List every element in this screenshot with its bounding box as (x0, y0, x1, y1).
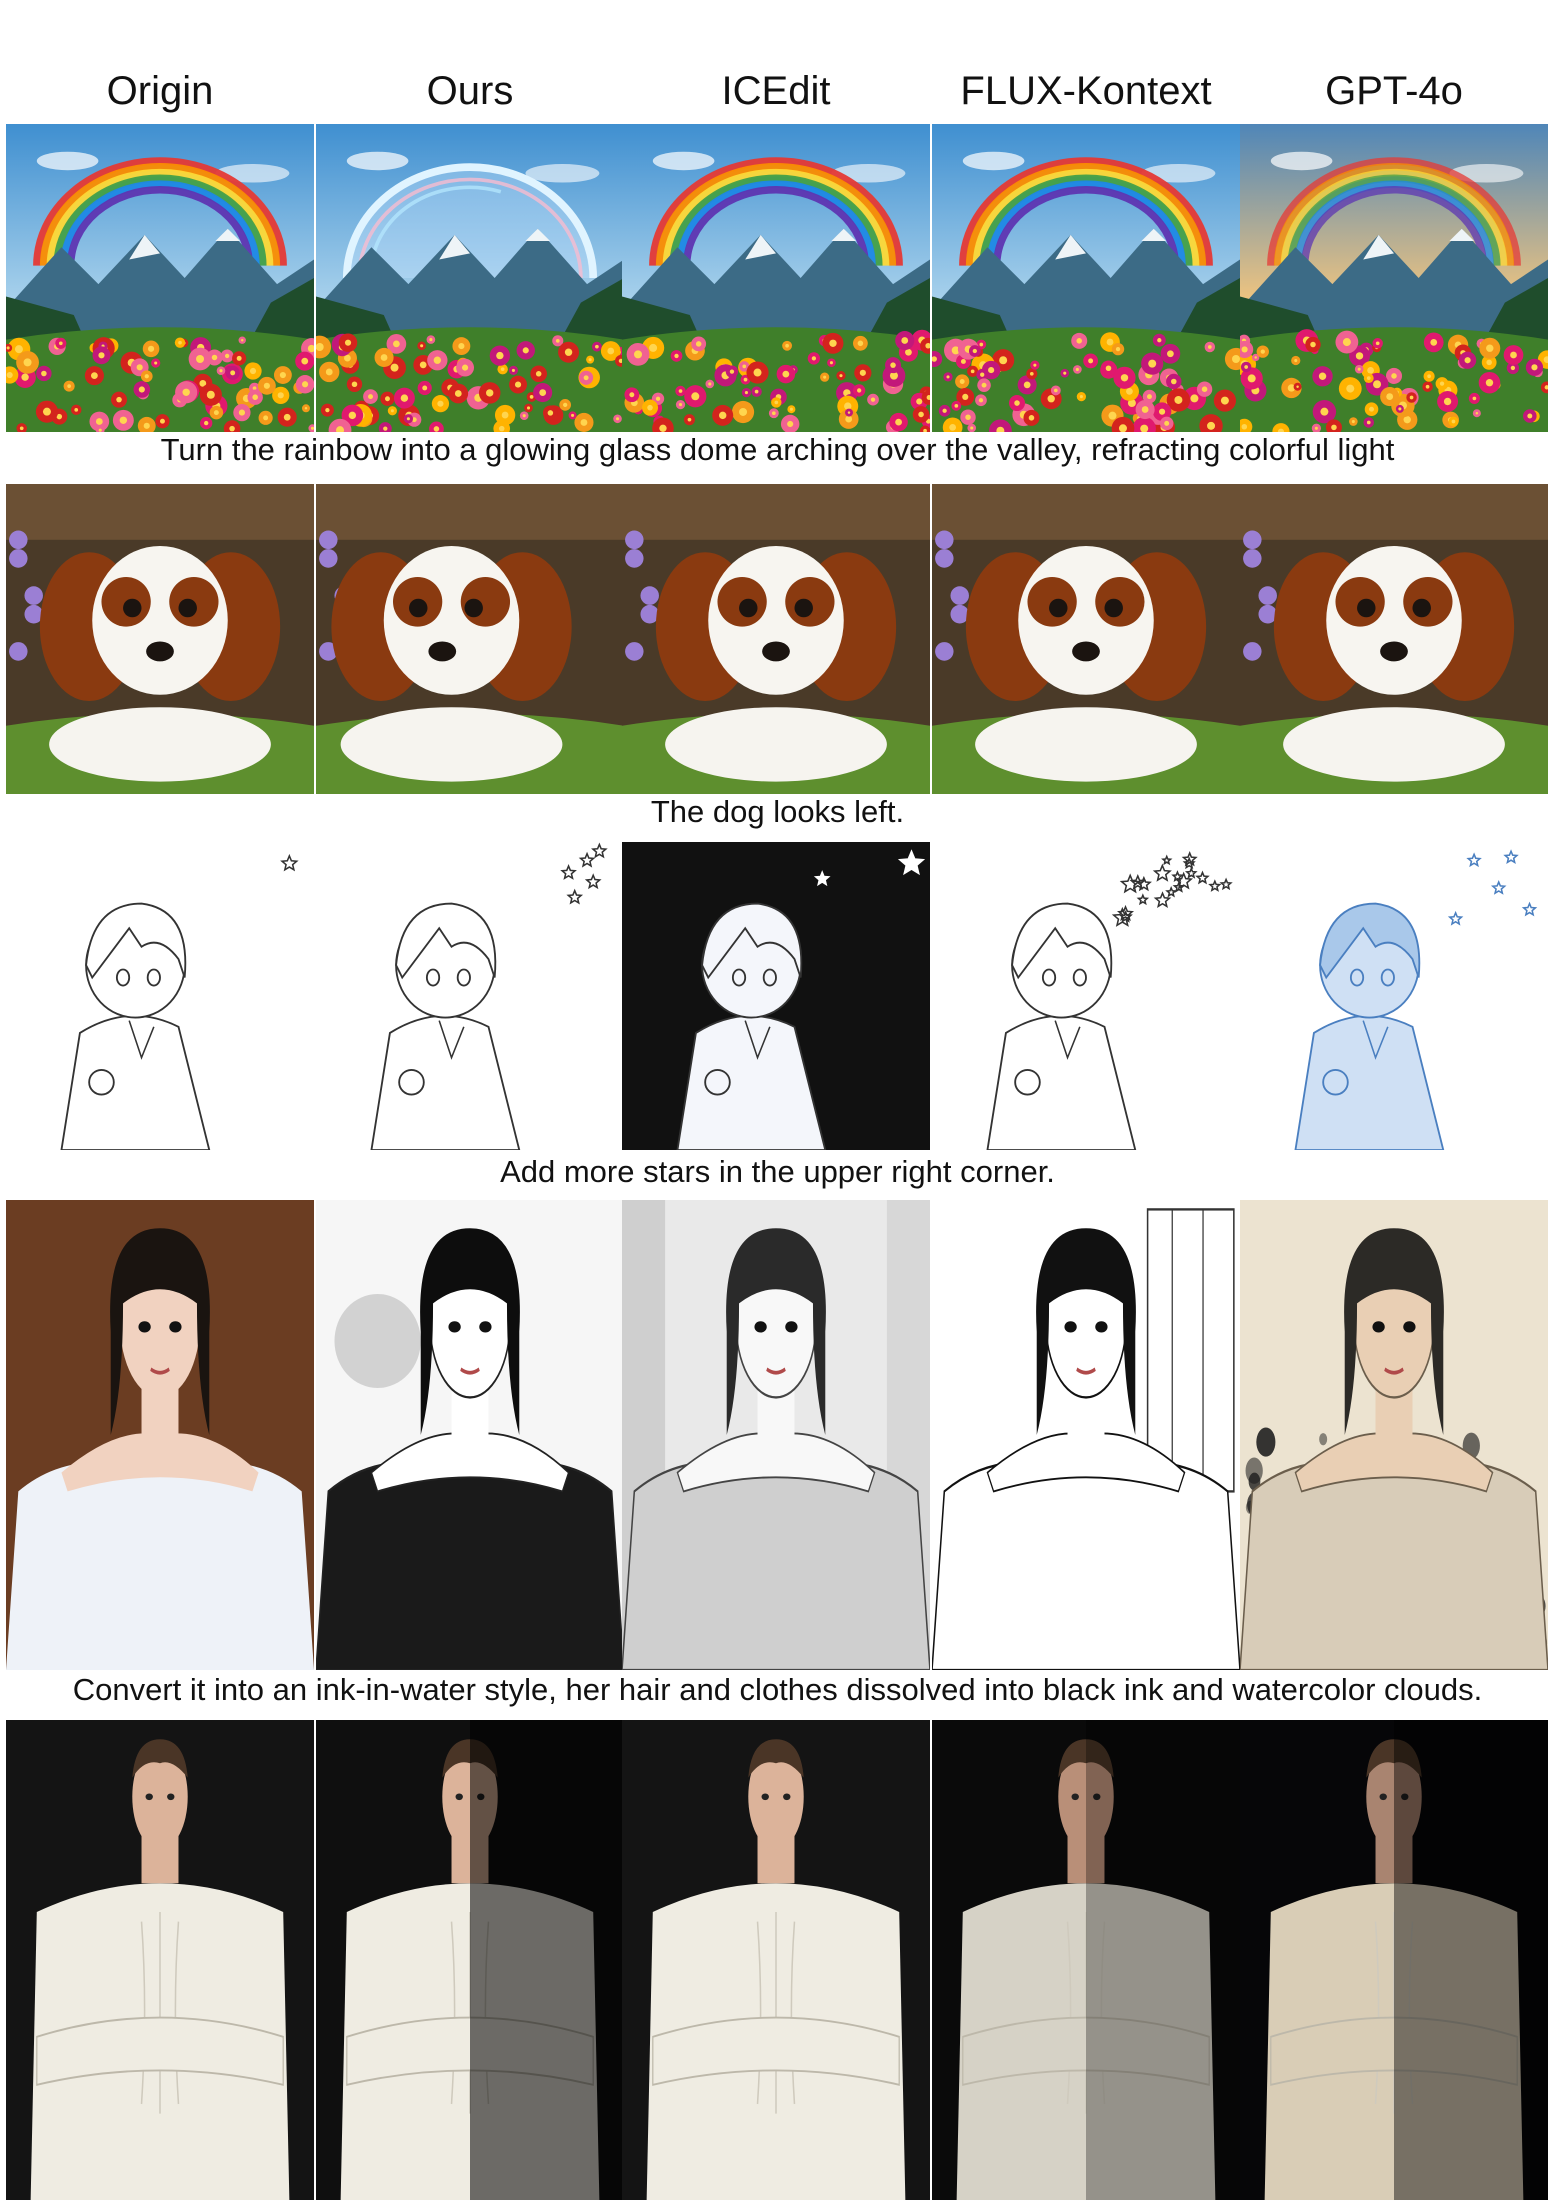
image-rainbow-flux-kontext (932, 124, 1240, 432)
column-header-origin: Origin (106, 68, 214, 113)
image-dog-origin (6, 484, 314, 794)
image-rainbow-icedit (622, 124, 930, 432)
image-man-ours (316, 1720, 624, 2200)
caption-row-2: The dog looks left. (650, 794, 905, 829)
column-header-flux-kontext: FLUX-Kontext (960, 68, 1212, 113)
column-header-gpt-4o: GPT-4o (1325, 68, 1463, 113)
image-man-flux-kontext (932, 1720, 1240, 2200)
image-rainbow-origin (6, 124, 314, 432)
caption-row-1: Turn the rainbow into a glowing glass do… (160, 432, 1395, 467)
image-portrait-ours (316, 1200, 624, 1670)
image-sketch-icedit (622, 842, 930, 1150)
comparison-figure: Origin Ours ICEdit FLUX-Kontext GPT-4o T… (0, 0, 1555, 2208)
image-dog-icedit (622, 484, 930, 794)
image-portrait-flux-kontext (932, 1200, 1240, 1670)
image-dog-flux-kontext (932, 484, 1240, 794)
image-rainbow-gpt-4o (1240, 124, 1548, 432)
image-sketch-gpt-4o (1240, 842, 1548, 1150)
column-header-icedit: ICEdit (721, 68, 831, 113)
image-man-icedit (622, 1720, 930, 2200)
image-portrait-origin (6, 1200, 314, 1670)
image-portrait-gpt-4o (1240, 1200, 1548, 1670)
image-sketch-origin (6, 842, 314, 1150)
image-sketch-flux-kontext (932, 842, 1240, 1150)
image-man-origin (6, 1720, 314, 2200)
image-portrait-icedit (622, 1200, 930, 1670)
caption-row-3: Add more stars in the upper right corner… (500, 1154, 1055, 1189)
image-dog-gpt-4o (1240, 484, 1548, 794)
caption-row-4: Convert it into an ink-in-water style, h… (72, 1672, 1483, 1707)
image-dog-ours (316, 484, 624, 794)
image-rainbow-ours (316, 124, 624, 432)
image-sketch-ours (316, 842, 624, 1150)
column-header-ours: Ours (426, 68, 514, 113)
image-man-gpt-4o (1240, 1720, 1548, 2200)
